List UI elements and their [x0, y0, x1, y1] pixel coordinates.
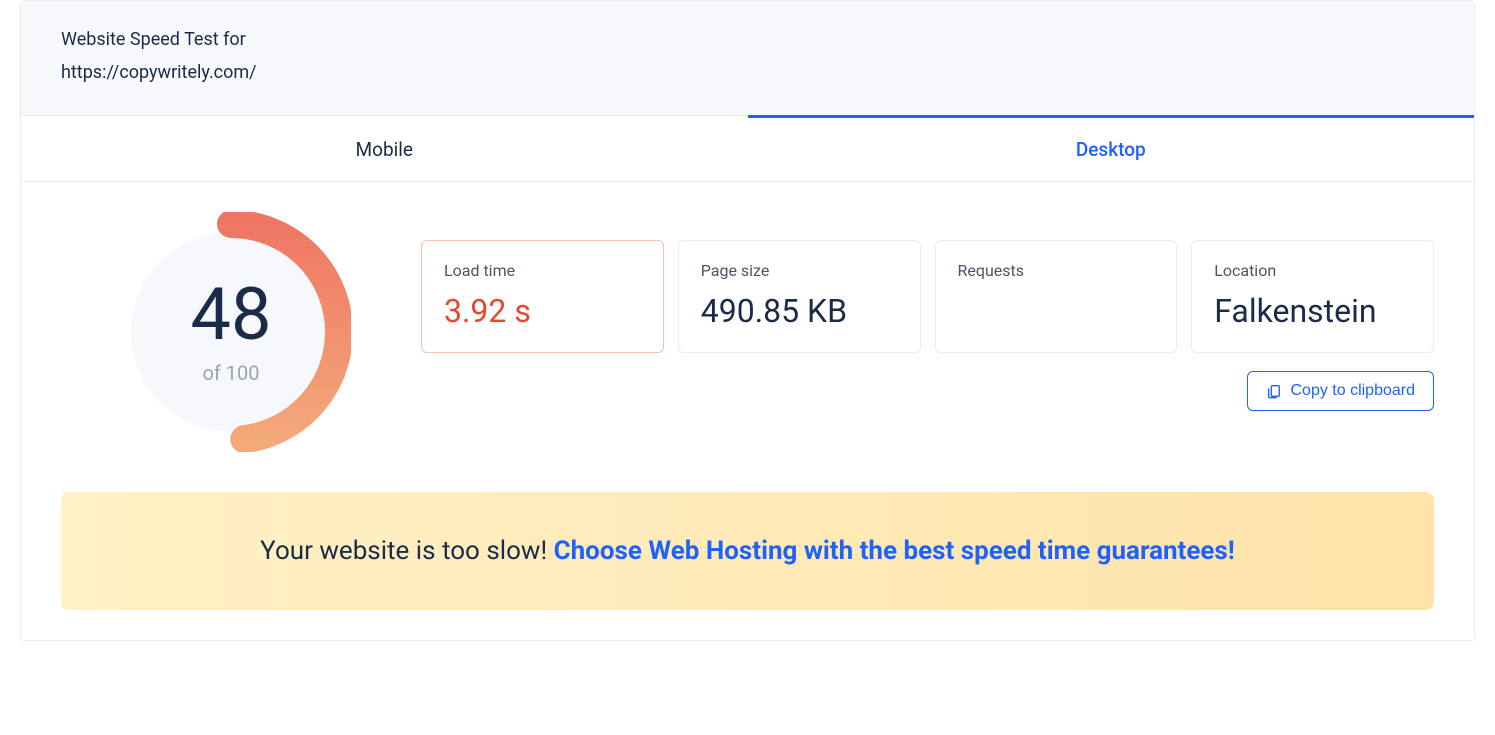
tab-mobile[interactable]: Mobile [21, 116, 748, 181]
header-title: Website Speed Test for [61, 29, 1434, 50]
score-gauge-wrap: 48 of 100 [61, 212, 401, 452]
stat-load-time: Load time 3.92 s [421, 240, 664, 353]
copy-button-label: Copy to clipboard [1290, 382, 1415, 400]
stat-page-size: Page size 490.85 KB [678, 240, 921, 353]
score-gauge: 48 of 100 [111, 212, 351, 452]
stat-location-label: Location [1214, 261, 1411, 280]
device-tabs: Mobile Desktop [21, 116, 1474, 182]
stat-location-value: Falkenstein [1214, 292, 1411, 330]
copy-to-clipboard-button[interactable]: Copy to clipboard [1247, 371, 1434, 411]
metrics-row: 48 of 100 Load time 3.92 s Page size 490… [61, 212, 1434, 452]
stat-cards: Load time 3.92 s Page size 490.85 KB Req… [421, 212, 1434, 411]
header-url: https://copywritely.com/ [61, 62, 1434, 83]
stat-load-time-label: Load time [444, 261, 641, 280]
score-value: 48 [191, 279, 272, 351]
clipboard-icon [1266, 383, 1282, 399]
banner-cta-link[interactable]: Choose Web Hosting with the best speed t… [554, 536, 1235, 566]
stat-page-size-value: 490.85 KB [701, 292, 898, 330]
banner-intro-text: Your website is too slow! [260, 536, 553, 566]
tab-desktop[interactable]: Desktop [748, 116, 1475, 181]
results-card: Website Speed Test for https://copywrite… [20, 0, 1475, 641]
stat-page-size-label: Page size [701, 261, 898, 280]
score-outof: of 100 [202, 361, 259, 385]
stat-requests-label: Requests [958, 261, 1155, 280]
tab-mobile-label: Mobile [356, 138, 413, 161]
stat-requests: Requests [935, 240, 1178, 353]
slow-warning-banner: Your website is too slow! Choose Web Hos… [61, 492, 1434, 610]
results-content: 48 of 100 Load time 3.92 s Page size 490… [21, 182, 1474, 640]
stat-location: Location Falkenstein [1191, 240, 1434, 353]
stat-load-time-value: 3.92 s [444, 292, 641, 330]
card-header: Website Speed Test for https://copywrite… [21, 1, 1474, 116]
tab-desktop-label: Desktop [1076, 138, 1146, 161]
